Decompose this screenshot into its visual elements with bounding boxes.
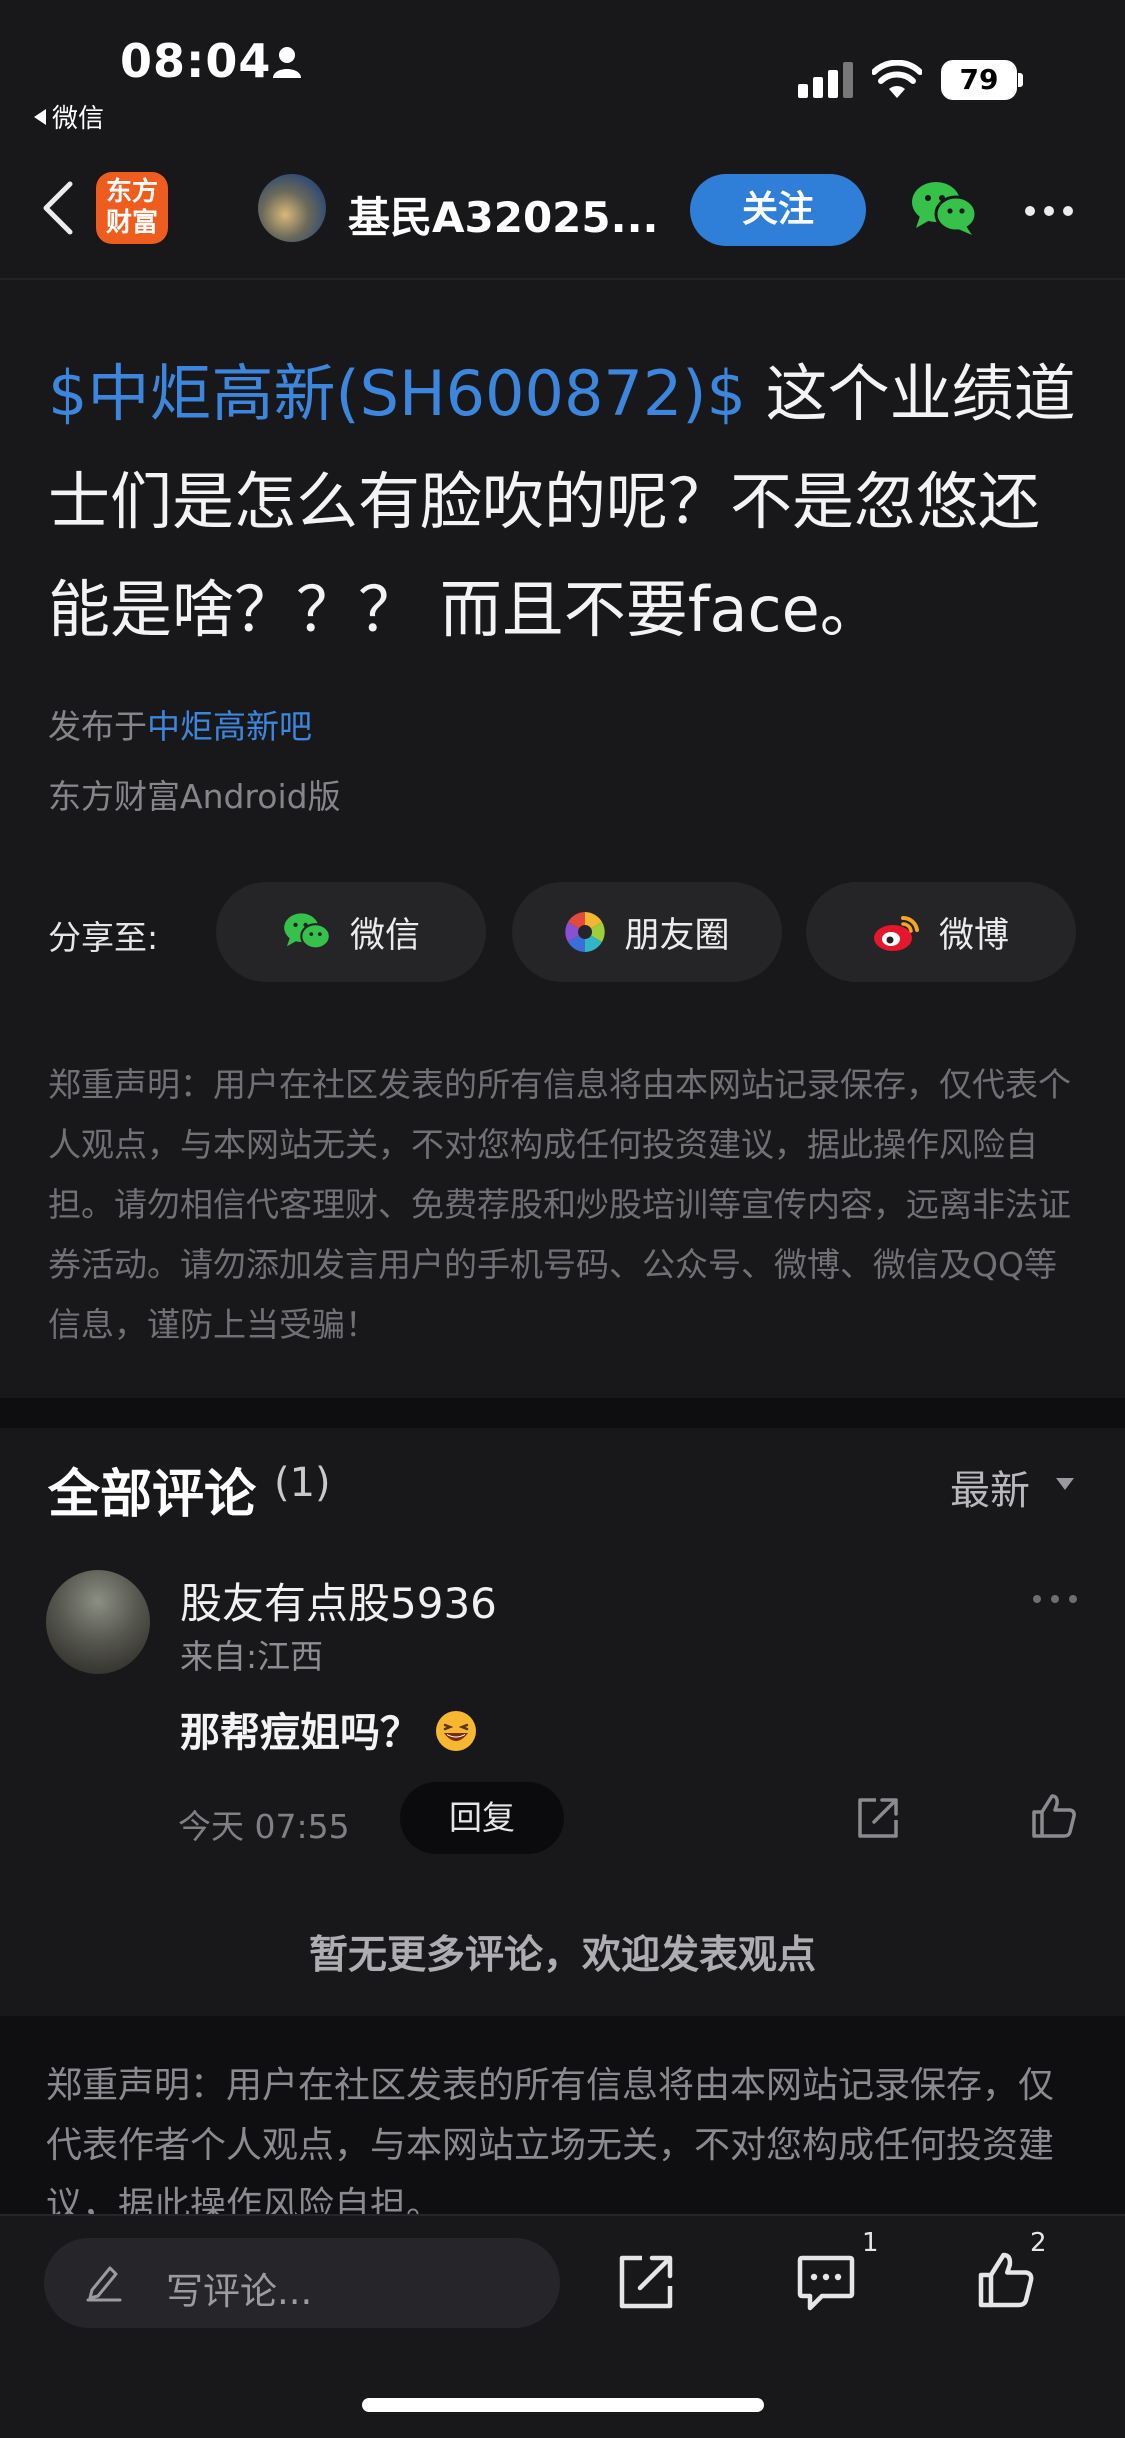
forum-link[interactable]: 中炬高新吧 xyxy=(147,707,312,746)
published-in: 发布于中炬高新吧 xyxy=(48,700,312,748)
share-weibo-button[interactable]: 微博 xyxy=(806,882,1076,982)
comment-more-icon[interactable] xyxy=(1032,1594,1078,1604)
back-to-app-link[interactable]: 微信 xyxy=(34,98,104,135)
stock-tag-link[interactable]: $中炬高新(SH600872)$ xyxy=(48,357,746,430)
wifi-icon xyxy=(872,60,922,98)
share-icon[interactable] xyxy=(618,2254,674,2310)
comment-body: 那帮痘姐吗？ xyxy=(180,1710,420,1756)
section-divider xyxy=(0,1398,1125,1428)
weibo-icon xyxy=(873,915,919,951)
comment-text: 那帮痘姐吗？ xyxy=(180,1700,478,1758)
app-logo[interactable]: 东方财富 xyxy=(96,172,168,244)
reply-button[interactable]: 回复 xyxy=(400,1782,564,1854)
battery-tip xyxy=(1018,73,1023,87)
post-platform: 东方财富Android版 xyxy=(48,777,341,816)
cellular-signal-icon xyxy=(798,62,853,98)
back-app-label: 微信 xyxy=(52,104,105,134)
home-indicator xyxy=(362,2398,764,2412)
share-moments-button[interactable]: 朋友圈 xyxy=(512,882,782,982)
no-more-comments: 暂无更多评论，欢迎发表观点 xyxy=(308,1933,816,1978)
share-wechat-label: 微信 xyxy=(349,915,420,956)
chevron-down-icon[interactable] xyxy=(1056,1478,1074,1490)
person-icon xyxy=(273,47,301,78)
share-moments-label: 朋友圈 xyxy=(624,915,730,956)
comments-title: 全部评论 xyxy=(48,1465,257,1525)
thumbs-up-icon[interactable] xyxy=(1030,1792,1078,1840)
share-label: 分享至: xyxy=(48,918,159,957)
wechat-icon xyxy=(284,913,331,950)
share-weibo-label: 微博 xyxy=(938,915,1009,956)
sort-dropdown[interactable]: 最新 xyxy=(950,1458,1030,1516)
disclaimer-text: 郑重声明：用户在社区发表的所有信息将由本网站记录保存，仅代表个人观点，与本网站无… xyxy=(48,1065,1071,1344)
comments-count: (1) xyxy=(274,1460,331,1506)
comment-share-icon[interactable] xyxy=(856,1796,900,1840)
moments-icon xyxy=(565,912,606,952)
comment-input-placeholder[interactable]: 写评论... xyxy=(166,2261,312,2315)
more-options-icon[interactable] xyxy=(1024,205,1074,217)
commenter-location: 来自:江西 xyxy=(180,1637,324,1676)
author-name[interactable]: 基民A32025... xyxy=(348,184,659,245)
back-arrow-icon[interactable] xyxy=(40,180,76,236)
battery-indicator: 79 xyxy=(941,60,1017,100)
back-triangle-icon xyxy=(34,109,46,125)
comment-icon[interactable] xyxy=(796,2254,856,2312)
bottom-disclaimer: 郑重声明：用户在社区发表的所有信息将由本网站记录保存，仅代表作者个人观点，与本网… xyxy=(46,2065,1055,2216)
commenter-avatar[interactable] xyxy=(46,1570,150,1674)
follow-button[interactable]: 关注 xyxy=(690,174,866,246)
post-content: $中炬高新(SH600872)$ 这个业绩道士们是怎么有脸吹的呢？不是忽悠还能是… xyxy=(48,340,1088,664)
laughing-emoji-icon xyxy=(436,1711,476,1751)
published-prefix: 发布于 xyxy=(48,707,147,746)
comment-count-badge: 1 xyxy=(862,2228,879,2258)
share-wechat-button[interactable]: 微信 xyxy=(216,882,486,982)
wechat-share-icon[interactable] xyxy=(910,180,978,236)
like-icon[interactable] xyxy=(976,2250,1036,2310)
commenter-name[interactable]: 股友有点股5936 xyxy=(180,1570,497,1631)
author-avatar[interactable] xyxy=(258,174,326,242)
nav-divider xyxy=(0,278,1125,280)
comment-time: 今天 07:55 xyxy=(178,1807,350,1846)
pencil-icon xyxy=(86,2266,122,2302)
like-count-badge: 2 xyxy=(1030,2228,1047,2258)
status-time: 08:04 xyxy=(120,34,272,88)
